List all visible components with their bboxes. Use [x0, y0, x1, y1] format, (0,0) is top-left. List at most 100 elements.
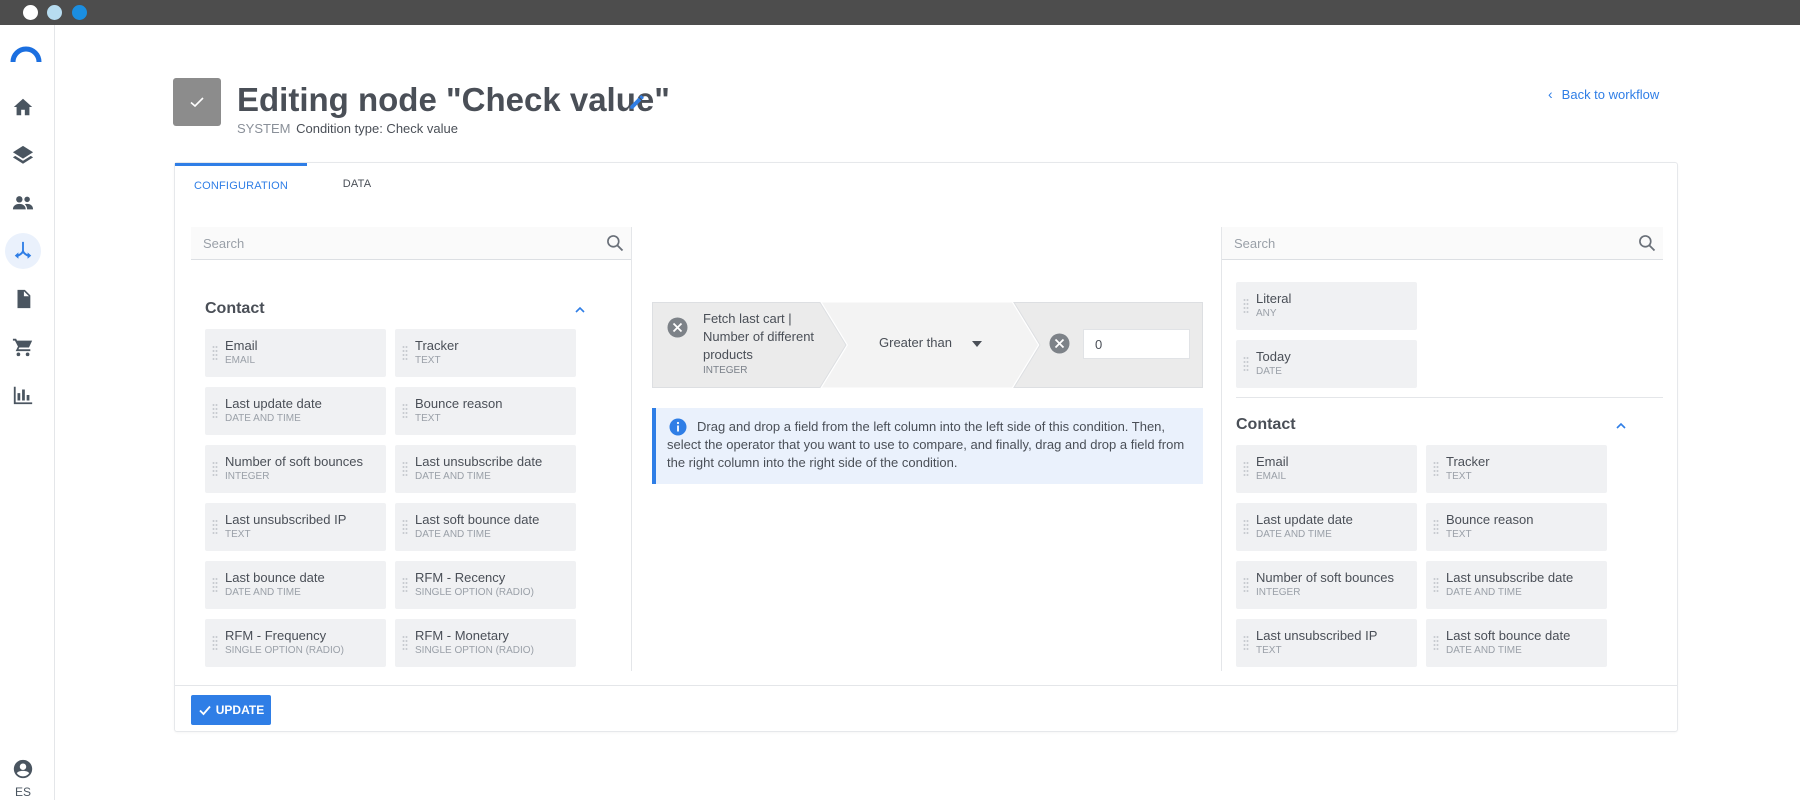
- home-icon[interactable]: [11, 95, 35, 119]
- editor-card: CONFIGURATION DATA Contact Email EMAIL T…: [174, 162, 1678, 732]
- people-icon[interactable]: [11, 191, 35, 215]
- field-type: INTEGER: [225, 471, 270, 482]
- field-item[interactable]: Last unsubscribe date DATE AND TIME: [1426, 561, 1607, 609]
- field-item[interactable]: Tracker TEXT: [395, 329, 576, 377]
- field-item[interactable]: RFM - Frequency SINGLE OPTION (RADIO): [205, 619, 386, 667]
- field-item[interactable]: Last unsubscribed IP TEXT: [205, 503, 386, 551]
- field-item[interactable]: Last soft bounce date DATE AND TIME: [1426, 619, 1607, 667]
- field-name: Bounce reason: [1446, 512, 1534, 527]
- left-fields-panel: Contact Email EMAIL Tracker TEXT Last up…: [191, 227, 632, 671]
- remove-right-value-icon[interactable]: [1049, 333, 1070, 354]
- field-item[interactable]: Bounce reason TEXT: [1426, 503, 1607, 551]
- remove-left-field-icon[interactable]: [667, 317, 688, 338]
- drag-handle-icon[interactable]: [402, 635, 408, 651]
- field-item[interactable]: Email EMAIL: [1236, 445, 1417, 493]
- drag-handle-icon[interactable]: [1243, 519, 1249, 535]
- drag-handle-icon[interactable]: [212, 345, 218, 361]
- left-search-bar: [191, 227, 631, 260]
- workflow-icon[interactable]: [5, 233, 41, 269]
- search-icon[interactable]: [1637, 233, 1657, 253]
- field-name: Bounce reason: [415, 396, 503, 411]
- update-button-label: UPDATE: [215, 703, 265, 717]
- app-logo-icon[interactable]: [10, 45, 42, 63]
- card-footer-divider: [175, 685, 1677, 686]
- back-to-workflow-link[interactable]: ‹ Back to workflow: [1548, 86, 1659, 102]
- drag-handle-icon[interactable]: [1243, 298, 1249, 314]
- chevron-up-icon[interactable]: [573, 303, 587, 317]
- field-type: SINGLE OPTION (RADIO): [225, 645, 344, 656]
- drag-handle-icon[interactable]: [402, 461, 408, 477]
- drag-handle-icon[interactable]: [402, 577, 408, 593]
- field-type: TEXT: [225, 529, 251, 540]
- caret-down-icon[interactable]: [972, 341, 982, 347]
- field-name: Last bounce date: [225, 570, 325, 585]
- field-item[interactable]: RFM - Recency SINGLE OPTION (RADIO): [395, 561, 576, 609]
- field-item[interactable]: Last bounce date DATE AND TIME: [205, 561, 386, 609]
- field-type: DATE AND TIME: [225, 587, 301, 598]
- drag-handle-icon[interactable]: [1433, 519, 1439, 535]
- drag-handle-icon[interactable]: [1243, 635, 1249, 651]
- field-item[interactable]: Last unsubscribed IP TEXT: [1236, 619, 1417, 667]
- value-input[interactable]: [1083, 329, 1190, 359]
- drag-handle-icon[interactable]: [212, 635, 218, 651]
- operator-select[interactable]: Greater than: [879, 335, 952, 350]
- language-label[interactable]: ES: [11, 785, 35, 799]
- drag-handle-icon[interactable]: [402, 345, 408, 361]
- right-search-input[interactable]: [1222, 227, 1619, 260]
- drag-handle-icon[interactable]: [1243, 356, 1249, 372]
- field-name: Number of soft bounces: [1256, 570, 1395, 585]
- drag-handle-icon[interactable]: [402, 519, 408, 535]
- left-search-input[interactable]: [191, 227, 587, 260]
- drag-handle-icon[interactable]: [212, 577, 218, 593]
- drag-handle-icon[interactable]: [1433, 461, 1439, 477]
- info-text: Drag and drop a field from the left colu…: [667, 419, 1185, 470]
- field-item[interactable]: Email EMAIL: [205, 329, 386, 377]
- field-name: RFM - Frequency: [225, 628, 327, 643]
- field-name: Email: [225, 338, 258, 353]
- drag-handle-icon[interactable]: [1433, 577, 1439, 593]
- chevron-up-icon[interactable]: [1614, 419, 1628, 433]
- field-type: DATE AND TIME: [1256, 529, 1332, 540]
- drag-handle-icon[interactable]: [1433, 635, 1439, 651]
- tab-configuration[interactable]: CONFIGURATION: [175, 163, 307, 205]
- field-item[interactable]: Tracker TEXT: [1426, 445, 1607, 493]
- field-name: Last unsubscribe date: [1446, 570, 1574, 585]
- chart-icon[interactable]: [11, 383, 35, 407]
- field-item[interactable]: Bounce reason TEXT: [395, 387, 576, 435]
- window-close-button[interactable]: [23, 5, 38, 20]
- drag-handle-icon[interactable]: [1243, 461, 1249, 477]
- drag-handle-icon[interactable]: [212, 461, 218, 477]
- drag-handle-icon[interactable]: [402, 403, 408, 419]
- page-title: Editing node "Check value": [237, 81, 670, 118]
- condition-row: Fetch last cart | Number of different pr…: [652, 302, 1203, 388]
- search-icon[interactable]: [605, 233, 625, 253]
- left-field-name[interactable]: Fetch last cart | Number of different pr…: [703, 310, 823, 364]
- drag-handle-icon[interactable]: [1243, 577, 1249, 593]
- field-type: DATE AND TIME: [1446, 587, 1522, 598]
- field-item[interactable]: Last soft bounce date DATE AND TIME: [395, 503, 576, 551]
- field-type: DATE AND TIME: [415, 471, 491, 482]
- cart-icon[interactable]: [11, 335, 35, 359]
- info-box: Drag and drop a field from the left colu…: [652, 408, 1203, 484]
- field-item-literal[interactable]: Literal ANY: [1236, 282, 1417, 330]
- document-icon[interactable]: [11, 287, 35, 311]
- system-label: SYSTEM: [237, 121, 291, 136]
- window-minimize-button[interactable]: [47, 5, 62, 20]
- update-button[interactable]: UPDATE: [191, 695, 271, 725]
- field-item-today[interactable]: Today DATE: [1236, 340, 1417, 388]
- field-item[interactable]: Last unsubscribe date DATE AND TIME: [395, 445, 576, 493]
- layers-icon[interactable]: [11, 143, 35, 167]
- drag-handle-icon[interactable]: [212, 519, 218, 535]
- tab-data[interactable]: DATA: [307, 163, 407, 205]
- field-item[interactable]: Number of soft bounces INTEGER: [205, 445, 386, 493]
- field-item[interactable]: Number of soft bounces INTEGER: [1236, 561, 1417, 609]
- field-name: RFM - Recency: [415, 570, 506, 585]
- field-item[interactable]: Last update date DATE AND TIME: [205, 387, 386, 435]
- user-menu[interactable]: ES: [11, 758, 35, 799]
- edit-title-icon[interactable]: [628, 93, 646, 111]
- field-item[interactable]: RFM - Monetary SINGLE OPTION (RADIO): [395, 619, 576, 667]
- field-name: Tracker: [415, 338, 459, 353]
- field-item[interactable]: Last update date DATE AND TIME: [1236, 503, 1417, 551]
- window-maximize-button[interactable]: [72, 5, 87, 20]
- drag-handle-icon[interactable]: [212, 403, 218, 419]
